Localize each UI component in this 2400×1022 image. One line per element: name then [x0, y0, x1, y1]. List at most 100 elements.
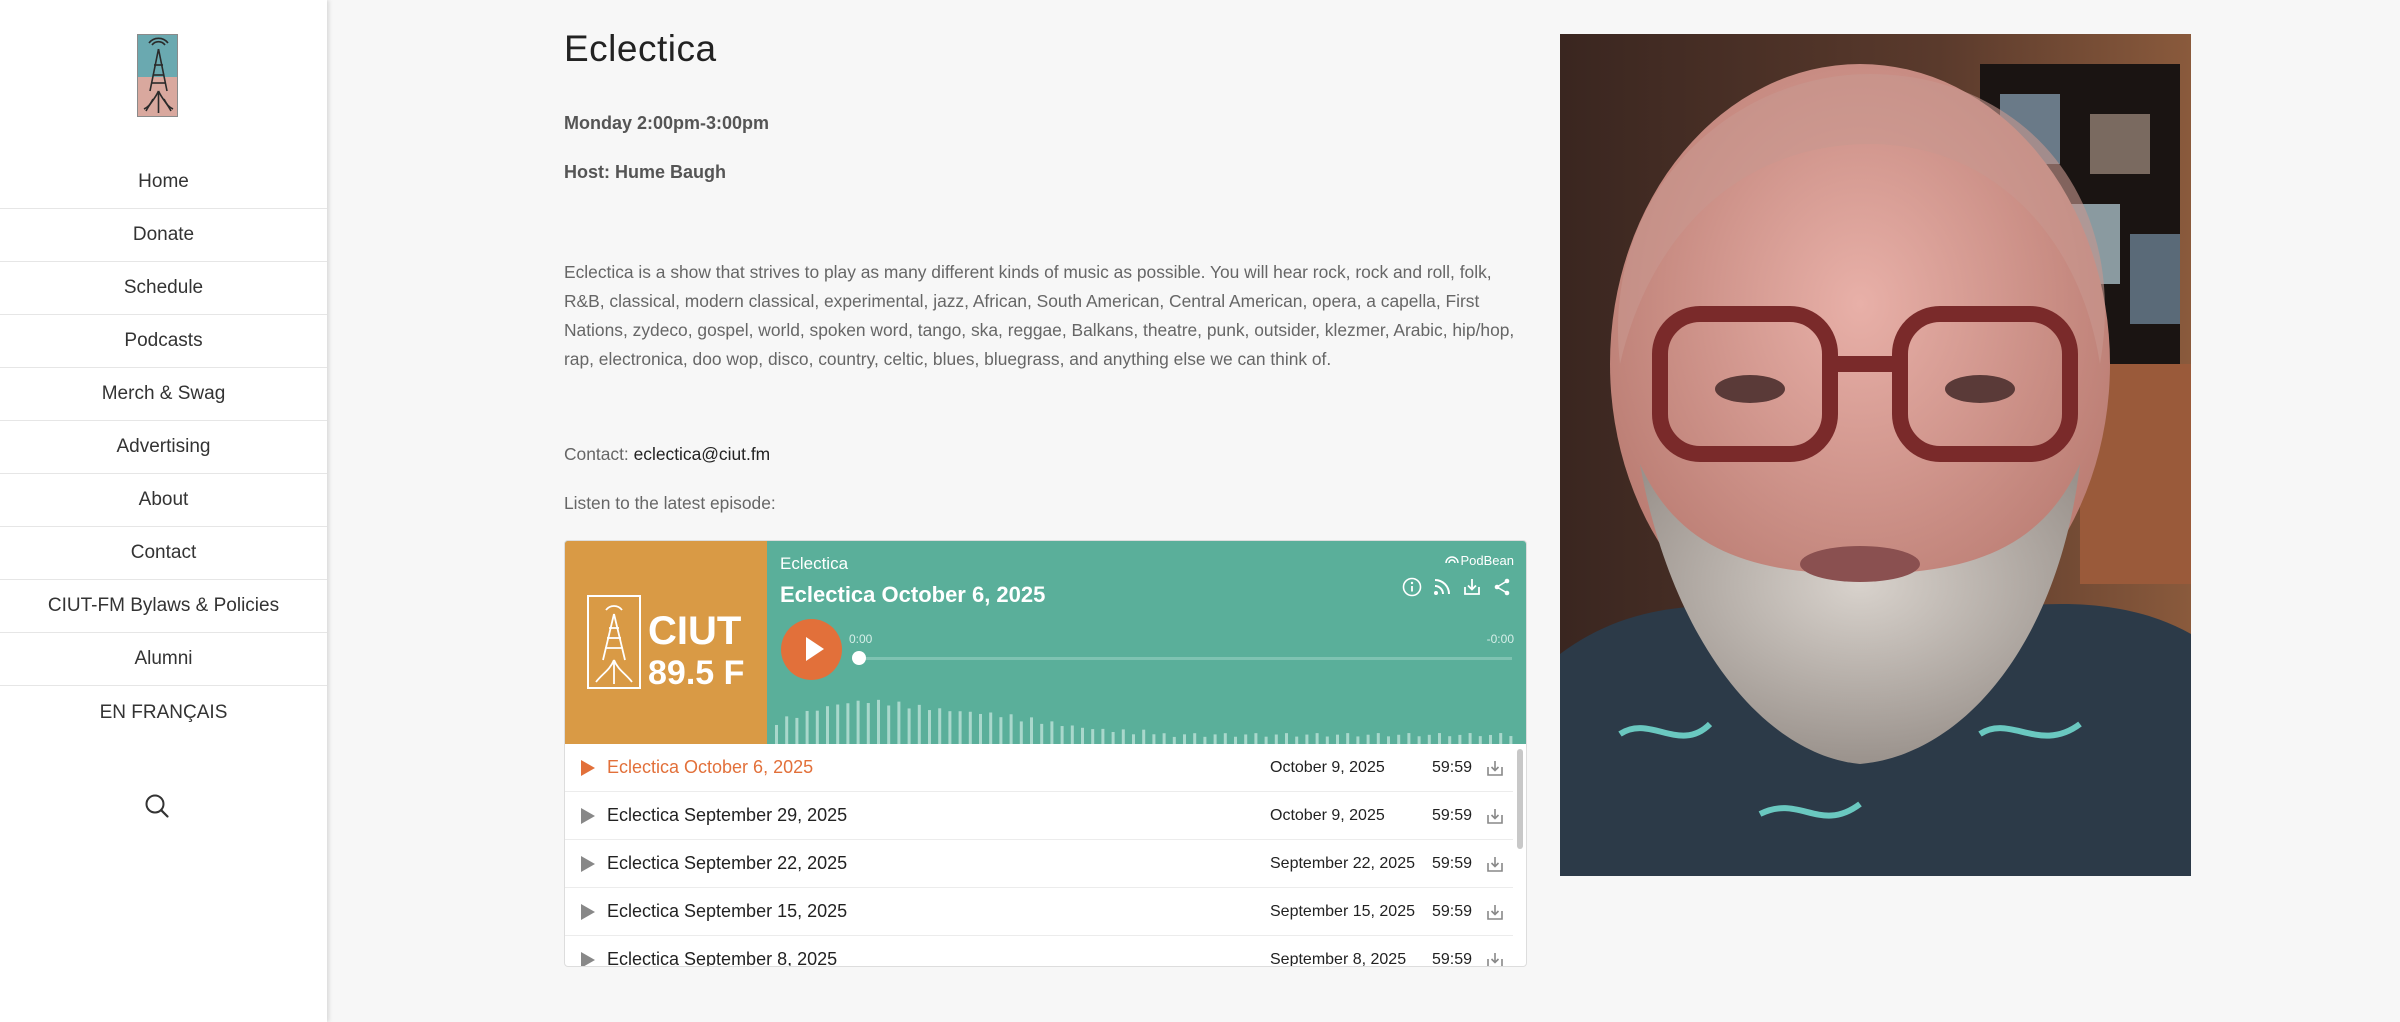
episode-play-icon[interactable]: [581, 808, 595, 824]
cover-brand-text: CIUT: [648, 609, 741, 653]
nav-item-francais[interactable]: EN FRANÇAIS: [0, 686, 327, 739]
progress-track[interactable]: [857, 657, 1512, 660]
episode-download-icon[interactable]: [1485, 806, 1505, 826]
waveform-bar: [1254, 733, 1258, 744]
nav-item-about[interactable]: About: [0, 474, 327, 527]
episode-date: September 15, 2025: [1270, 903, 1415, 920]
listen-label: Listen to the latest episode:: [564, 493, 776, 513]
podbean-icon: [1444, 556, 1459, 564]
nav-item-bylaws[interactable]: CIUT-FM Bylaws & Policies: [0, 580, 327, 633]
waveform-bar: [815, 710, 819, 744]
show-time-slot: Monday 2:00pm-3:00pm: [564, 113, 770, 133]
episode-duration: 59:59: [1432, 903, 1473, 920]
nav-item-home[interactable]: Home: [0, 156, 327, 209]
waveform-bar: [1121, 729, 1125, 744]
waveform-bar: [1285, 733, 1288, 744]
waveform-bar: [877, 699, 880, 744]
waveform-bar: [1468, 733, 1472, 744]
episode-play-icon[interactable]: [581, 952, 595, 966]
episode-title[interactable]: Eclectica October 6, 2025: [607, 757, 813, 778]
episode-date: September 8, 2025: [1270, 951, 1407, 967]
waveform-bar: [907, 708, 911, 744]
player-episode-title[interactable]: Eclectica October 6, 2025: [780, 582, 1045, 608]
play-button[interactable]: [781, 619, 842, 680]
episode-row[interactable]: Eclectica September 8, 2025 September 8,…: [565, 936, 1513, 967]
waveform[interactable]: [773, 689, 1518, 744]
nav-item-advertising[interactable]: Advertising: [0, 421, 327, 474]
ciut-logo[interactable]: [137, 34, 178, 117]
waveform-bar: [958, 711, 962, 744]
episode-download-icon[interactable]: [1485, 950, 1505, 967]
waveform-bar: [1387, 736, 1390, 744]
waveform-bar: [795, 717, 799, 744]
player-show-name[interactable]: Eclectica: [780, 554, 848, 574]
nav-item-schedule[interactable]: Schedule: [0, 262, 327, 315]
waveform-bar: [1142, 729, 1146, 744]
search-icon[interactable]: [142, 791, 172, 821]
nav-item-contact[interactable]: Contact: [0, 527, 327, 580]
episode-list-scrollbar[interactable]: [1517, 749, 1523, 849]
main-nav: Home Donate Schedule Podcasts Merch & Sw…: [0, 156, 327, 739]
waveform-bar: [1427, 734, 1431, 744]
waveform-bar: [1325, 736, 1329, 744]
episode-cover-art: CIUT 89.5 FM: [565, 541, 767, 744]
contact-label: Contact:: [564, 444, 634, 464]
waveform-bar: [1019, 721, 1023, 744]
waveform-bar: [1223, 733, 1227, 744]
contact-email-link[interactable]: eclectica@ciut.fm: [634, 444, 771, 464]
waveform-bar: [968, 711, 972, 744]
podbean-label: PodBean: [1460, 553, 1515, 568]
progress-knob[interactable]: [852, 651, 866, 665]
waveform-bar: [1132, 734, 1135, 744]
show-description: Eclectica is a show that strives to play…: [564, 262, 1515, 369]
waveform-bar: [1203, 736, 1207, 744]
episode-title[interactable]: Eclectica September 8, 2025: [607, 949, 837, 966]
episode-row[interactable]: Eclectica October 6, 2025 October 9, 202…: [565, 744, 1513, 792]
rss-icon[interactable]: [1432, 577, 1452, 597]
waveform-bar: [1397, 734, 1401, 744]
waveform-bar: [1040, 723, 1044, 744]
waveform-bar: [1458, 734, 1462, 744]
waveform-bar: [1438, 733, 1441, 744]
podbean-logo[interactable]: PodBean: [1444, 553, 1515, 568]
share-icon[interactable]: [1492, 577, 1512, 597]
waveform-bar: [836, 704, 840, 744]
waveform-bar: [1274, 734, 1278, 744]
waveform-bar: [897, 701, 901, 744]
nav-item-donate[interactable]: Donate: [0, 209, 327, 262]
download-icon[interactable]: [1462, 577, 1482, 597]
waveform-bar: [1152, 734, 1156, 744]
waveform-bar: [1050, 721, 1054, 744]
episode-title[interactable]: Eclectica September 22, 2025: [607, 853, 847, 874]
episode-play-icon[interactable]: [581, 760, 595, 776]
episode-play-icon[interactable]: [581, 904, 595, 920]
page-title: Eclectica: [564, 28, 717, 69]
waveform-bar: [1101, 728, 1105, 744]
waveform-bar: [846, 703, 850, 744]
waveform-bar: [1183, 734, 1186, 744]
episode-download-icon[interactable]: [1485, 758, 1505, 778]
waveform-bar: [1448, 736, 1452, 744]
episode-title[interactable]: Eclectica September 15, 2025: [607, 901, 847, 922]
episode-row[interactable]: Eclectica September 15, 2025 September 1…: [565, 888, 1513, 936]
nav-item-merch[interactable]: Merch & Swag: [0, 368, 327, 421]
nav-item-alumni[interactable]: Alumni: [0, 633, 327, 686]
episode-title[interactable]: Eclectica September 29, 2025: [607, 805, 847, 826]
episode-play-icon[interactable]: [581, 856, 595, 872]
waveform-bar: [887, 705, 891, 744]
waveform-bar: [1060, 726, 1064, 744]
episode-download-icon[interactable]: [1485, 854, 1505, 874]
player-actions: [1402, 577, 1512, 597]
episode-date: October 9, 2025: [1270, 807, 1385, 824]
info-icon[interactable]: [1402, 577, 1422, 597]
episode-download-icon[interactable]: [1485, 902, 1505, 922]
waveform-bar: [1305, 734, 1309, 744]
nav-item-podcasts[interactable]: Podcasts: [0, 315, 327, 368]
waveform-bar: [785, 716, 789, 744]
current-time: 0:00: [849, 632, 873, 646]
waveform-bar: [856, 700, 860, 744]
episode-row[interactable]: Eclectica September 22, 2025 September 2…: [565, 840, 1513, 888]
waveform-bar: [1070, 725, 1074, 744]
episode-row[interactable]: Eclectica September 29, 2025 October 9, …: [565, 792, 1513, 840]
waveform-bar: [1315, 733, 1319, 744]
